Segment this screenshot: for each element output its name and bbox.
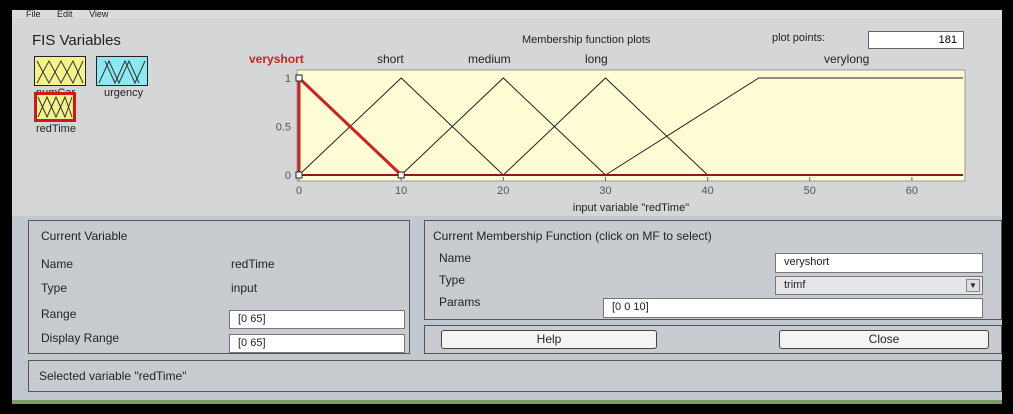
range-label: Range — [41, 307, 77, 321]
x-tick-label: 40 — [701, 185, 713, 197]
variable-type-label: Type — [41, 281, 68, 295]
current-variable-title: Current Variable — [41, 229, 128, 243]
x-tick-label: 60 — [906, 185, 918, 197]
plot-points-input[interactable]: 181 — [868, 31, 964, 49]
close-button[interactable]: Close — [779, 330, 989, 349]
mf-label-verylong[interactable]: verylong — [824, 52, 869, 66]
x-tick-label: 10 — [395, 185, 407, 197]
mf-label-veryshort[interactable]: veryshort — [249, 52, 304, 66]
mf-plot[interactable]: 0 10 20 30 40 50 60 0 0.5 1 input variable "redTi… — [252, 66, 978, 216]
display-range-label: Display Range — [41, 331, 120, 345]
menu-view[interactable]: View — [89, 10, 108, 18]
mf-name-input[interactable]: veryshort — [775, 253, 983, 273]
x-tick-label: 20 — [497, 185, 509, 197]
variable-name-label: Name — [41, 257, 74, 271]
x-tick-label: 30 — [599, 185, 611, 197]
current-mf-title: Current Membership Function (click on MF… — [433, 229, 712, 243]
status-text: Selected variable "redTime" — [39, 369, 187, 383]
mf-type-label: Type — [439, 273, 466, 287]
status-bar: Selected variable "redTime" — [28, 360, 1002, 392]
output-var-redtime-label: redTime — [36, 123, 76, 135]
mf-label-long[interactable]: long — [585, 52, 608, 66]
help-button[interactable]: Help — [441, 330, 657, 349]
y-tick-label: 0.5 — [276, 122, 291, 134]
current-mf-panel: Current Membership Function (click on MF… — [424, 220, 1002, 320]
mf-params-input[interactable]: [0 0 10] — [603, 298, 983, 318]
input-var-numcar-icon[interactable] — [34, 56, 86, 86]
dropdown-arrow-icon[interactable]: ▼ — [966, 279, 980, 292]
menu-file[interactable]: File — [26, 10, 41, 18]
x-axis-label: input variable "redTime" — [573, 202, 689, 214]
input-var-urgency-icon[interactable] — [96, 56, 148, 86]
range-input[interactable]: [0 65] — [229, 310, 405, 329]
input-var-urgency-label: urgency — [104, 87, 144, 99]
output-var-redtime-icon[interactable] — [34, 92, 76, 122]
mf-type-value: trimf — [784, 279, 806, 291]
mf-plots-title: Membership function plots — [522, 34, 651, 46]
buttons-panel: Help Close — [424, 325, 1002, 354]
fis-variables-title: FIS Variables — [32, 32, 121, 49]
y-tick-label: 1 — [285, 73, 291, 85]
mf-params-label: Params — [439, 295, 481, 309]
menu-edit[interactable]: Edit — [57, 10, 73, 18]
x-tick-label: 0 — [296, 185, 302, 197]
plot-area — [296, 69, 966, 182]
current-variable-panel: Current Variable Name redTime Type input… — [28, 220, 410, 354]
mf-type-select[interactable]: trimf ▼ — [775, 276, 983, 295]
mf-vertex-handle[interactable] — [295, 171, 303, 179]
mf-name-label: Name — [439, 251, 472, 265]
taskbar-strip — [12, 400, 1002, 404]
variable-name-value: redTime — [231, 257, 275, 271]
variable-type-value: input — [231, 281, 258, 295]
plot-points-label: plot points: — [772, 32, 826, 44]
fis-editor-window: File Edit View FIS Variables numCar urge… — [12, 10, 1002, 404]
mf-label-medium[interactable]: medium — [468, 52, 511, 66]
y-tick-label: 0 — [285, 170, 291, 182]
display-range-input[interactable]: [0 65] — [229, 334, 405, 353]
mf-vertex-handle[interactable] — [295, 74, 303, 82]
x-tick-label: 50 — [804, 185, 816, 197]
mf-label-short[interactable]: short — [377, 52, 404, 66]
menu-bar: File Edit View — [12, 10, 1002, 18]
mf-vertex-handle[interactable] — [397, 171, 405, 179]
